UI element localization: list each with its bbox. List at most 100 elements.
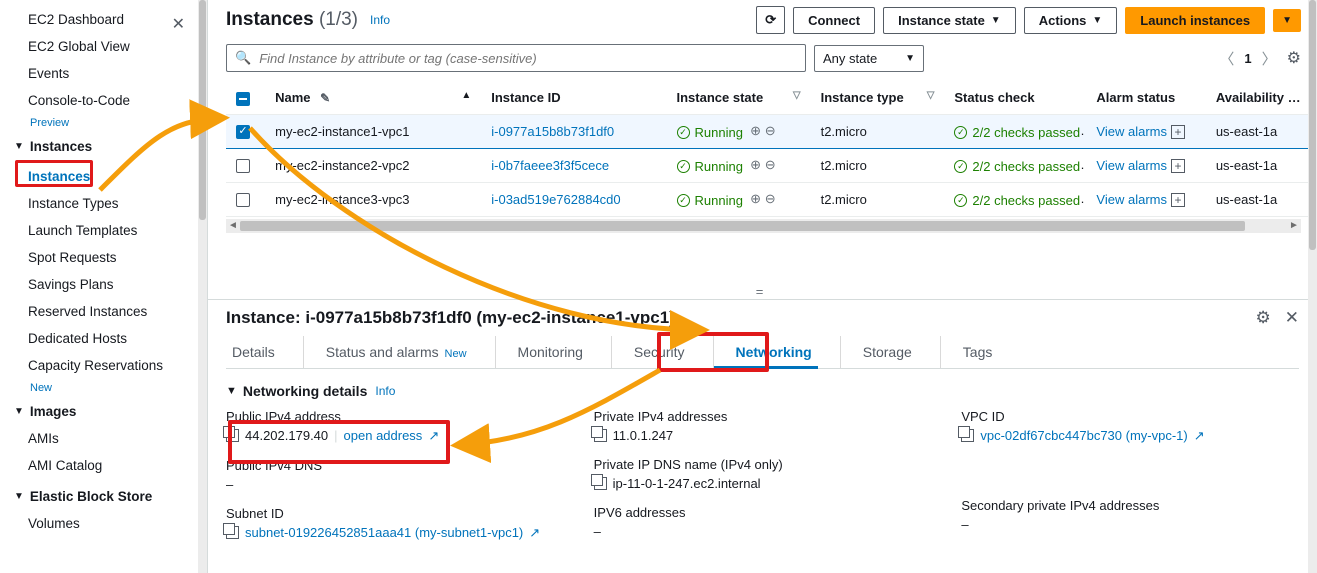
cell-status-check: 2/2 checks passed (954, 193, 1080, 208)
sidebar-item-instance-types[interactable]: Instance Types (0, 190, 207, 217)
filter-icon[interactable]: ▽ (927, 90, 935, 101)
row-checkbox[interactable] (236, 159, 250, 173)
sidebar-item-events[interactable]: Events (0, 60, 207, 87)
tab-details[interactable]: Details (226, 336, 281, 368)
private-dns-value: ip-11-0-1-247.ec2.internal (613, 476, 761, 491)
connect-button[interactable]: Connect (793, 7, 875, 34)
col-instance-type[interactable]: Instance type▽ (811, 82, 945, 114)
col-checkbox[interactable] (226, 82, 265, 114)
edit-icon[interactable]: ✎ (320, 91, 330, 105)
vpc-value[interactable]: vpc-02df67cbc447bc730 (my-vpc-1) (980, 428, 1187, 443)
view-alarms-link[interactable]: View alarms (1096, 158, 1167, 173)
col-instance-id[interactable]: Instance ID (481, 82, 666, 114)
search-field[interactable] (259, 51, 797, 66)
tab-networking[interactable]: Networking (713, 336, 818, 368)
sidebar-section-images[interactable]: ▼Images (0, 394, 207, 425)
row-checkbox[interactable] (236, 125, 250, 139)
detail-settings-icon[interactable]: ⚙ (1256, 308, 1271, 328)
sidebar-item-reserved-instances[interactable]: Reserved Instances (0, 298, 207, 325)
tab-tags[interactable]: Tags (940, 336, 999, 368)
actions-dropdown[interactable]: Actions▼ (1024, 7, 1118, 34)
cell-instance-id[interactable]: i-03ad519e762884cd0 (491, 192, 620, 207)
zoom-in-icon[interactable]: ⊕ (750, 157, 761, 172)
tab-status-alarms[interactable]: Status and alarms New (303, 336, 473, 368)
select-all-checkbox[interactable] (236, 92, 250, 106)
copy-icon[interactable] (961, 429, 974, 442)
add-alarm-icon[interactable]: + (1171, 125, 1185, 139)
open-address-link[interactable]: open address (344, 428, 423, 443)
sidebar-item-dedicated-hosts[interactable]: Dedicated Hosts (0, 325, 207, 352)
sidebar-item-ami-catalog[interactable]: AMI Catalog (0, 452, 207, 479)
instance-state-dropdown[interactable]: Instance state▼ (883, 7, 1016, 34)
zoom-out-icon[interactable]: ⊖ (765, 123, 776, 138)
zoom-in-icon[interactable]: ⊕ (750, 123, 761, 138)
copy-icon[interactable] (226, 429, 239, 442)
sidebar-item-dashboard[interactable]: EC2 Dashboard (0, 6, 207, 33)
networking-details-header[interactable]: ▼ Networking details Info (226, 383, 1299, 399)
horizontal-scrollbar[interactable]: ◄ ► (226, 219, 1301, 233)
prev-page-button[interactable]: 〈 (1219, 48, 1234, 69)
table-row[interactable]: my-ec2-instance3-vpc3 i-03ad519e762884cd… (226, 182, 1317, 216)
copy-icon[interactable] (594, 429, 607, 442)
state-filter-dropdown[interactable]: Any state ▼ (814, 45, 924, 72)
settings-gear-icon[interactable]: ⚙ (1287, 48, 1301, 68)
external-link-icon[interactable]: ↗ (428, 428, 439, 444)
launch-instances-dropdown[interactable]: ▼ (1273, 9, 1301, 32)
sidebar-item-global-view[interactable]: EC2 Global View (0, 33, 207, 60)
sidebar-item-savings-plans[interactable]: Savings Plans (0, 271, 207, 298)
info-link[interactable]: Info (370, 13, 390, 27)
copy-icon[interactable] (226, 526, 239, 539)
col-instance-state[interactable]: Instance state▽ (667, 82, 811, 114)
sidebar-item-capacity-reservations[interactable]: Capacity Reservations (0, 352, 207, 379)
launch-instances-button[interactable]: Launch instances (1125, 7, 1265, 34)
col-az[interactable]: Availability Zone (1206, 82, 1317, 114)
scroll-thumb[interactable] (240, 221, 1245, 231)
sidebar-section-ebs[interactable]: ▼Elastic Block Store (0, 479, 207, 510)
view-alarms-link[interactable]: View alarms (1096, 124, 1167, 139)
check-circle-icon (954, 126, 967, 139)
external-link-icon[interactable]: ↗ (1194, 428, 1205, 444)
refresh-button[interactable]: ⟳ (756, 6, 785, 34)
tab-storage[interactable]: Storage (840, 336, 918, 368)
search-input[interactable]: 🔍 (226, 44, 806, 72)
add-alarm-icon[interactable]: + (1171, 193, 1185, 207)
filter-icon[interactable]: ▽ (793, 90, 801, 101)
sidebar-item-amis[interactable]: AMIs (0, 425, 207, 452)
next-page-button[interactable]: 〉 (1262, 48, 1277, 69)
col-status-check[interactable]: Status check (944, 82, 1086, 114)
col-alarm-status[interactable]: Alarm status (1086, 82, 1205, 114)
table-row[interactable]: my-ec2-instance2-vpc2 i-0b7faeee3f3f5cec… (226, 148, 1317, 182)
external-link-icon[interactable]: ↗ (529, 525, 540, 541)
cell-instance-id[interactable]: i-0b7faeee3f3f5cece (491, 158, 609, 173)
zoom-in-icon[interactable]: ⊕ (750, 191, 761, 206)
sidebar-item-volumes[interactable]: Volumes (0, 510, 207, 537)
label: Spot Requests (28, 250, 117, 265)
scroll-left-icon[interactable]: ◄ (226, 219, 240, 233)
sort-icon[interactable]: ▲ (461, 90, 471, 101)
tab-monitoring[interactable]: Monitoring (495, 336, 589, 368)
info-link[interactable]: Info (375, 384, 395, 398)
main-scrollbar-thumb[interactable] (1309, 0, 1316, 250)
sidebar-item-console-to-code[interactable]: Console-to-Code (0, 87, 207, 114)
table-row[interactable]: my-ec2-instance1-vpc1 i-0977a15b8b73f1df… (226, 114, 1317, 148)
view-alarms-link[interactable]: View alarms (1096, 192, 1167, 207)
instance-count: (1/3) (319, 9, 358, 30)
sidebar-section-instances[interactable]: ▼Instances (0, 129, 207, 160)
zoom-out-icon[interactable]: ⊖ (765, 191, 776, 206)
sidebar-item-spot-requests[interactable]: Spot Requests (0, 244, 207, 271)
sidebar-item-launch-templates[interactable]: Launch Templates (0, 217, 207, 244)
state-text: Running (695, 125, 743, 140)
sidebar-item-instances[interactable]: Instances (0, 163, 90, 190)
zoom-out-icon[interactable]: ⊖ (765, 157, 776, 172)
add-alarm-icon[interactable]: + (1171, 159, 1185, 173)
detail-close-icon[interactable]: ✕ (1285, 308, 1299, 328)
scroll-right-icon[interactable]: ► (1287, 219, 1301, 233)
tab-security[interactable]: Security (611, 336, 691, 368)
check-circle-icon (677, 194, 690, 207)
col-name[interactable]: Name ✎▲ (265, 82, 481, 114)
split-handle[interactable] (208, 285, 1317, 299)
copy-icon[interactable] (594, 477, 607, 490)
row-checkbox[interactable] (236, 193, 250, 207)
subnet-value[interactable]: subnet-019226452851aaa41 (my-subnet1-vpc… (245, 525, 523, 540)
cell-instance-id[interactable]: i-0977a15b8b73f1df0 (491, 124, 614, 139)
